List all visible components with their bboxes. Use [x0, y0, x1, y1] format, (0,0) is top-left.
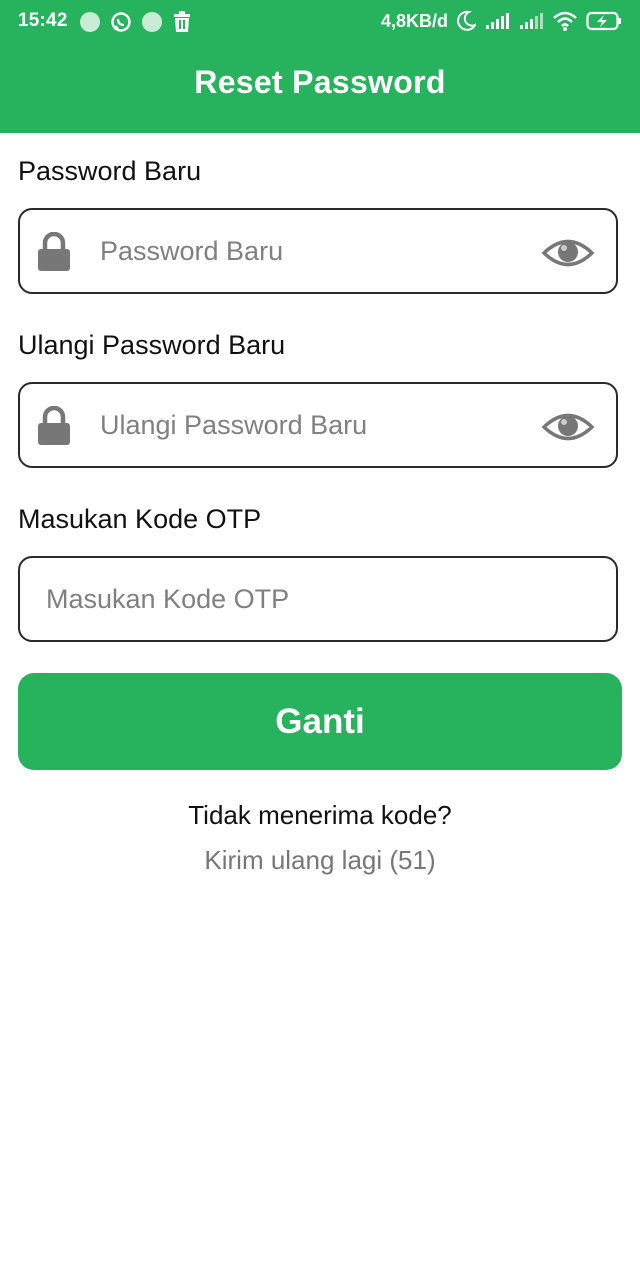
moon-icon — [457, 10, 476, 31]
status-right: 4,8KB/d — [381, 10, 622, 32]
wifi-icon — [553, 11, 577, 31]
network-speed: 4,8KB/d — [380, 10, 448, 31]
submit-button[interactable]: Ganti — [18, 673, 622, 770]
resend-question: Tidak menerima kode? — [188, 800, 452, 830]
battery-charging-icon — [586, 11, 621, 31]
resend-link[interactable]: Kirim ulang lagi (51) — [0, 845, 640, 876]
trash-icon — [174, 11, 190, 32]
repeat-password-label: Ulangi Password Baru — [18, 330, 286, 360]
otp-field[interactable] — [18, 556, 618, 642]
eye-icon[interactable] — [542, 410, 594, 444]
signal-icon — [486, 13, 509, 29]
new-password-input[interactable] — [100, 210, 530, 292]
otp-input[interactable] — [46, 558, 586, 640]
otp-label: Masukan Kode OTP — [18, 504, 262, 534]
status-time: 15:42 — [18, 10, 68, 31]
whatsapp-icon — [111, 12, 131, 32]
lock-icon — [38, 406, 70, 445]
notification-dot-icon — [80, 12, 100, 32]
eye-icon[interactable] — [542, 236, 594, 270]
new-password-label: Password Baru — [18, 156, 202, 186]
app-header: 15:42 4,8KB/d Reset Password — [0, 0, 640, 133]
notification-icons — [80, 11, 192, 33]
notification-dot-icon — [142, 12, 162, 32]
repeat-password-field[interactable] — [18, 382, 618, 468]
lock-icon — [38, 232, 70, 271]
page-title: Reset Password — [194, 64, 446, 100]
status-bar: 15:42 4,8KB/d — [0, 0, 640, 44]
signal-icon — [520, 13, 543, 29]
repeat-password-input[interactable] — [100, 384, 530, 466]
new-password-field[interactable] — [18, 208, 618, 294]
